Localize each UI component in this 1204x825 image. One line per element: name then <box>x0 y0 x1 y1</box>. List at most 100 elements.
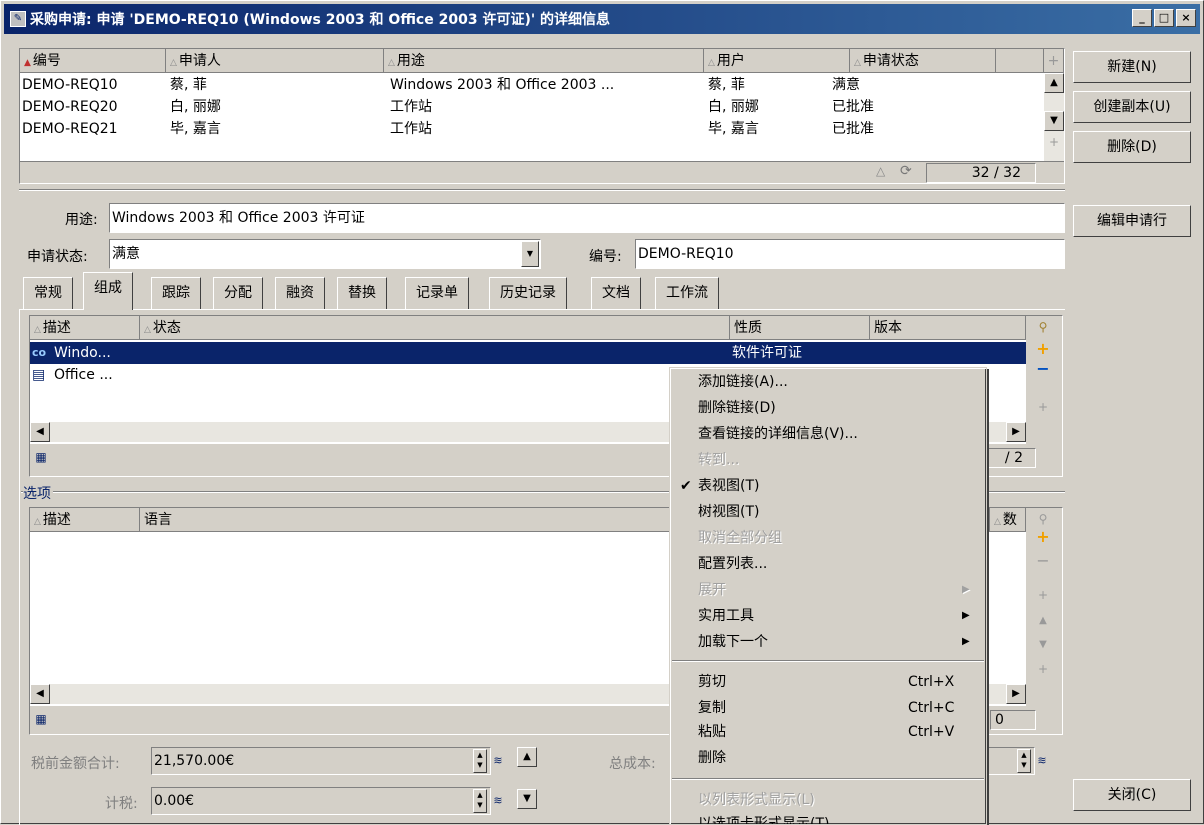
vertical-scrollbar[interactable]: ▲ ▼ + <box>1044 73 1064 161</box>
tax-field[interactable]: 0.00€ <box>151 787 491 815</box>
remove-icon[interactable]: − <box>1034 360 1052 378</box>
table-row[interactable]: DEMO-REQ20 白, 丽娜 工作站 白, 丽娜 已批准 <box>20 96 1044 118</box>
request-list[interactable]: ▲ 编号 △ 申请人 △ 用途 △ 用户 △ 申请状态 + DEMO-REQ10 蔡, 菲… <box>19 48 1065 184</box>
purpose-field[interactable]: Windows 2003 和 Office 2003 许可证 <box>109 203 1065 233</box>
delete-button[interactable]: 删除(D) <box>1073 131 1191 163</box>
col-header-extra[interactable] <box>996 49 1044 73</box>
totals-scroll-up[interactable]: ▲ <box>517 747 537 767</box>
add-icon[interactable]: + <box>1034 528 1052 546</box>
scroll-right-button[interactable]: ▶ <box>1006 422 1026 442</box>
menu-item-ungroup-all[interactable]: 取消全部分组 <box>670 526 986 550</box>
title-bar[interactable]: ✎ 采购申请: 申请 'DEMO-REQ10 (Windows 2003 和 O… <box>4 4 1200 34</box>
col-header-status[interactable]: △ 申请状态 <box>850 49 996 73</box>
scroll-right-button[interactable]: ▶ <box>1006 684 1026 704</box>
tab-workflow[interactable]: 工作流 <box>655 277 719 309</box>
pretax-total-value: 21,570.00€ <box>154 753 235 769</box>
splitter[interactable] <box>19 189 1065 191</box>
menu-item-show-as-list[interactable]: 以列表形式显示(L) <box>670 788 986 812</box>
status-select[interactable]: 满意 ▼ <box>109 239 541 269</box>
tab-allocation[interactable]: 分配 <box>213 277 263 309</box>
scroll-down-button[interactable]: ▼ <box>1044 111 1064 131</box>
tab-replacement[interactable]: 替换 <box>337 277 387 309</box>
tab-records[interactable]: 记录单 <box>405 277 469 309</box>
opt-header-desc[interactable]: △ 描述 <box>30 508 140 532</box>
menu-item-cut[interactable]: 剪切 Ctrl+X <box>670 670 986 694</box>
totals-scroll-down[interactable]: ▼ <box>517 789 537 809</box>
comp-header-nature[interactable]: 性质 <box>730 316 870 340</box>
menu-item-add-link[interactable]: 添加链接(A)... <box>670 370 986 394</box>
pretax-total-field[interactable]: 21,570.00€ <box>151 747 491 775</box>
purpose-label: 用途: <box>65 212 98 228</box>
tab-financing[interactable]: 融资 <box>275 277 325 309</box>
cell-status: 满意 <box>832 77 860 93</box>
menu-item-load-next[interactable]: 加载下一个 ▶ <box>670 630 986 654</box>
sort-icon[interactable]: △ <box>876 164 885 178</box>
list-config-button[interactable]: + <box>1044 49 1064 73</box>
tab-general[interactable]: 常规 <box>23 277 73 309</box>
tax-label: 计税: <box>105 796 138 812</box>
comp-header-version[interactable]: 版本 <box>870 316 1026 340</box>
tab-history[interactable]: 历史记录 <box>489 277 567 309</box>
tab-composition[interactable]: 组成 <box>83 272 133 310</box>
scroll-left-button[interactable]: ◀ <box>30 422 50 442</box>
comp-header-desc[interactable]: △ 描述 <box>30 316 140 340</box>
menu-item-expand[interactable]: 展开 ▶ <box>670 578 986 602</box>
currency-icon[interactable]: ≋ <box>489 752 507 770</box>
menu-item-delete[interactable]: 删除 <box>670 746 986 770</box>
menu-item-show-as-tabs[interactable]: 以选项卡形式显示(T) <box>670 812 986 824</box>
menu-item-delete-link[interactable]: 删除链接(D) <box>670 396 986 420</box>
menu-item-goto[interactable]: 转到... <box>670 448 986 472</box>
composition-row-selected[interactable]: co Windo... 软件许可证 <box>30 341 1027 365</box>
new-button[interactable]: 新建(N) <box>1073 51 1191 83</box>
menu-item-table-view[interactable]: ✔ 表视图(T) <box>670 474 986 498</box>
cell-user: 蔡, 菲 <box>708 77 745 93</box>
col-header-number[interactable]: ▲ 编号 <box>20 49 166 73</box>
office-icon: ▤ <box>32 367 46 383</box>
col-header-purpose[interactable]: △ 用途 <box>384 49 704 73</box>
menu-item-tree-view[interactable]: 树视图(T) <box>670 500 986 524</box>
menu-item-paste[interactable]: 粘贴 Ctrl+V <box>670 720 986 744</box>
scroll-down-icon[interactable]: ▼ <box>1034 636 1052 654</box>
expand-icon[interactable]: + <box>1034 660 1052 678</box>
pretax-spinner[interactable]: ▲ ▼ <box>473 749 487 773</box>
col-header-user[interactable]: △ 用户 <box>704 49 850 73</box>
scroll-up-icon[interactable]: ▲ <box>1034 612 1052 630</box>
scroll-left-button[interactable]: ◀ <box>30 684 50 704</box>
search-icon[interactable]: ⚲ <box>1034 318 1052 336</box>
remove-icon[interactable]: − <box>1034 552 1052 570</box>
table-row[interactable]: DEMO-REQ21 毕, 嘉言 工作站 毕, 嘉言 已批准 <box>20 118 1044 140</box>
add-icon[interactable]: + <box>1034 340 1052 358</box>
tab-documents[interactable]: 文档 <box>591 277 641 309</box>
menu-item-configure-list[interactable]: 配置列表... <box>670 552 986 576</box>
chevron-down-icon[interactable]: ▼ <box>521 241 539 267</box>
duplicate-button[interactable]: 创建副本(U) <box>1073 91 1191 123</box>
table-row[interactable]: DEMO-REQ10 蔡, 菲 Windows 2003 和 Office 20… <box>20 74 1044 96</box>
currency-icon[interactable]: ≋ <box>1033 752 1051 770</box>
tab-tracking[interactable]: 跟踪 <box>151 277 201 309</box>
col-header-requester[interactable]: △ 申请人 <box>166 49 384 73</box>
opt-header-qty[interactable]: △ 数 <box>990 508 1026 532</box>
scroll-extra-button[interactable]: + <box>1044 135 1064 155</box>
minimize-button[interactable]: _ <box>1132 9 1152 27</box>
number-field[interactable]: DEMO-REQ10 <box>635 239 1065 269</box>
edit-request-line-button[interactable]: 编辑申请行 <box>1073 205 1191 237</box>
cell-user: 毕, 嘉言 <box>708 121 759 137</box>
scroll-up-button[interactable]: ▲ <box>1044 73 1064 93</box>
menu-item-utilities[interactable]: 实用工具 ▶ <box>670 604 986 628</box>
expand-icon[interactable]: + <box>1034 398 1052 416</box>
menu-item-copy[interactable]: 复制 Ctrl+C <box>670 696 986 720</box>
close-window-button[interactable]: × <box>1176 9 1196 27</box>
total-cost-spinner[interactable]: ▲ ▼ <box>1017 749 1031 773</box>
table-icon[interactable]: ▦ <box>32 448 50 466</box>
cell-nature: 软件许可证 <box>732 345 802 361</box>
search-icon[interactable]: ⚲ <box>1034 510 1052 528</box>
table-icon[interactable]: ▦ <box>32 710 50 728</box>
currency-icon[interactable]: ≋ <box>489 792 507 810</box>
tax-spinner[interactable]: ▲ ▼ <box>473 789 487 813</box>
refresh-icon[interactable]: ⟳ <box>900 163 912 179</box>
comp-header-status[interactable]: △ 状态 <box>140 316 730 340</box>
expand-icon[interactable]: + <box>1034 586 1052 604</box>
close-button[interactable]: 关闭(C) <box>1073 779 1191 811</box>
maximize-button[interactable]: □ <box>1154 9 1174 27</box>
menu-item-view-link-details[interactable]: 查看链接的详细信息(V)... <box>670 422 986 446</box>
